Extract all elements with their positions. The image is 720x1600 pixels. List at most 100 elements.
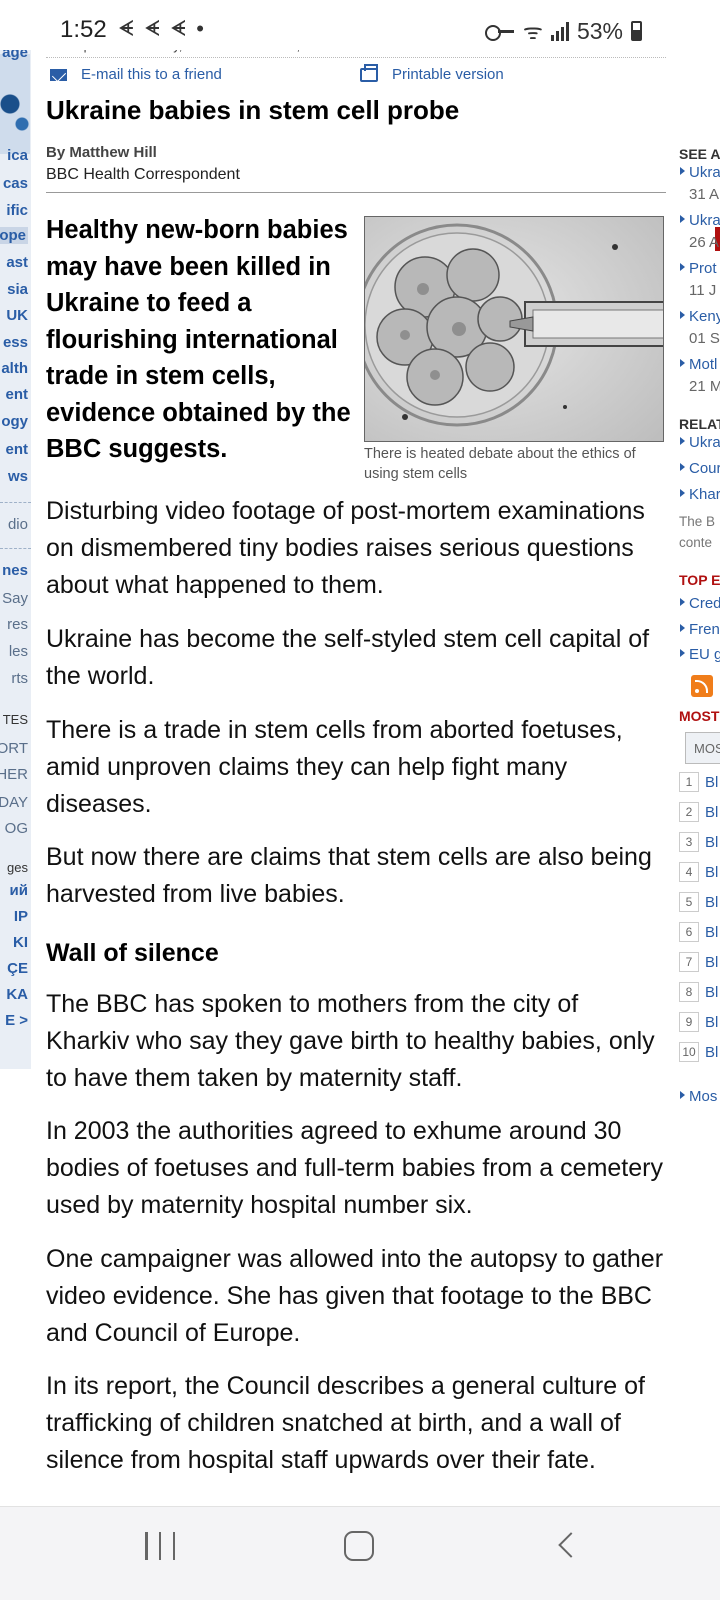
left-nav-item[interactable]: ogy	[1, 413, 28, 430]
mail-icon	[50, 68, 67, 81]
world-map-icon	[0, 54, 30, 154]
left-nav-item[interactable]: dio	[8, 516, 28, 533]
see-also-link[interactable]: Prot	[680, 260, 717, 277]
email-link[interactable]: E-mail this to a friend	[50, 66, 222, 83]
most-popular-link[interactable]: Bl	[705, 894, 718, 911]
article-paragraph: Ukraine has become the self-styled stem …	[46, 625, 650, 690]
rank-number: 10	[679, 1042, 699, 1062]
left-nav-divider	[0, 548, 31, 549]
article-paragraph: One campaigner was allowed into the auto…	[46, 1245, 664, 1347]
see-also-date: 21 M	[689, 378, 720, 395]
top-story-link[interactable]: Fren	[680, 621, 720, 638]
status-time: 1:52	[60, 16, 107, 43]
left-nav-item[interactable]: ий	[10, 882, 28, 899]
left-nav-item[interactable]: sia	[7, 281, 28, 298]
left-nav-item[interactable]: ges	[7, 860, 28, 875]
see-also-date: 31 A	[689, 186, 720, 203]
related-note: conte	[679, 535, 713, 550]
image-caption: There is heated debate about the ethics …	[364, 446, 636, 482]
see-also-link[interactable]: Motl	[679, 356, 717, 373]
battery-icon	[631, 21, 642, 41]
most-popular-link[interactable]: Bl	[705, 984, 718, 1001]
print-link[interactable]: Printable version	[360, 63, 504, 83]
print-link-label: Printable version	[392, 66, 504, 83]
see-also-link[interactable]: Ukra	[680, 212, 720, 229]
byline-rule	[46, 192, 666, 193]
related-link[interactable]: Khar	[680, 486, 720, 503]
most-popular-link[interactable]: Bl	[705, 804, 718, 821]
see-also-link[interactable]: Ukra	[680, 164, 720, 181]
most-popular-link[interactable]: Bl	[705, 1014, 718, 1031]
most-popular-more-link[interactable]: Mos	[679, 1088, 717, 1105]
related-link[interactable]: Ukra	[680, 434, 720, 451]
top-story-link[interactable]: Cred	[680, 595, 720, 612]
most-popular-tab[interactable]: MOS	[685, 732, 720, 764]
most-popular-link[interactable]: Bl	[705, 924, 718, 941]
left-nav-item[interactable]: ess	[3, 334, 28, 351]
top-stories-heading: TOP E	[679, 572, 720, 588]
see-also-heading: SEE A	[679, 146, 720, 162]
article-paragraph: But now there are claims that stem cells…	[46, 843, 652, 908]
left-nav-item[interactable]: cas	[3, 175, 28, 192]
left-nav-item[interactable]: E >	[5, 1012, 28, 1029]
email-link-label: E-mail this to a friend	[81, 66, 222, 83]
rank-number: 5	[679, 892, 699, 912]
embryo-photo	[364, 216, 664, 442]
signal-icon	[550, 21, 569, 41]
rank-number: 6	[679, 922, 699, 942]
left-nav-item[interactable]: alth	[1, 360, 28, 377]
left-nav-item[interactable]: res	[7, 616, 28, 633]
top-story-link[interactable]: EU g	[679, 646, 720, 663]
article-paragraph: Disturbing video footage of post-mortem …	[46, 497, 645, 599]
see-also-date: 11 J	[689, 282, 717, 299]
article-tools: E-mail this to a friend Printable versio…	[46, 63, 646, 88]
see-also-link[interactable]: Keny	[679, 308, 720, 325]
back-button[interactable]	[553, 1531, 583, 1561]
most-popular-link[interactable]: Bl	[705, 1044, 718, 1061]
status-right: ᯤ 53%	[484, 16, 642, 46]
subheading: Wall of silence	[46, 939, 219, 967]
left-nav-item-selected[interactable]: ope	[0, 227, 28, 244]
left-nav-item[interactable]: UK	[6, 307, 28, 324]
left-nav-item[interactable]: KI	[13, 934, 28, 951]
left-nav-item[interactable]: OG	[5, 820, 28, 837]
left-nav-item[interactable]: les	[9, 643, 28, 660]
left-nav-item[interactable]: IP	[14, 908, 28, 925]
left-nav-item[interactable]: nes	[2, 562, 28, 579]
left-nav-item[interactable]: KA	[6, 986, 28, 1003]
left-nav-item[interactable]: TES	[3, 712, 28, 727]
left-nav-item[interactable]: ORT	[0, 740, 28, 757]
rank-number: 8	[679, 982, 699, 1002]
rank-number: 2	[679, 802, 699, 822]
most-popular-link[interactable]: Bl	[705, 864, 718, 881]
headline: Ukraine babies in stem cell probe	[46, 95, 460, 125]
related-note: The B	[679, 514, 716, 529]
left-nav-item[interactable]: rts	[11, 670, 28, 687]
see-also-date: 01 S	[689, 330, 720, 347]
left-nav-item[interactable]: DAY	[0, 794, 28, 811]
left-nav-item[interactable]: ast	[6, 254, 28, 271]
left-nav-item[interactable]: ific	[6, 202, 28, 219]
rank-number: 4	[679, 862, 699, 882]
left-nav: age ica cas ific ope ast sia UK ess alth…	[0, 44, 31, 1069]
most-popular-link[interactable]: Bl	[705, 954, 718, 971]
recent-apps-button[interactable]	[145, 1532, 175, 1562]
embryo-image	[365, 217, 663, 441]
left-nav-item[interactable]: ÇE	[7, 960, 28, 977]
status-bar: 1:52 ᗛ ᗛ ᗛ • ᯤ 53%	[0, 0, 720, 50]
left-nav-item[interactable]: ica	[7, 147, 28, 164]
left-nav-item[interactable]: ent	[6, 441, 29, 458]
battery-percent: 53%	[576, 17, 623, 44]
left-nav-item[interactable]: ws	[8, 468, 28, 485]
rss-icon[interactable]	[691, 675, 713, 697]
left-nav-item[interactable]: Say	[2, 590, 28, 607]
related-link[interactable]: Cour	[680, 460, 720, 477]
printer-icon	[360, 63, 378, 82]
left-nav-item[interactable]: HER	[0, 766, 28, 783]
most-popular-link[interactable]: Bl	[705, 834, 718, 851]
home-button[interactable]	[344, 1531, 374, 1561]
rank-number: 3	[679, 832, 699, 852]
byline-name: By Matthew Hill	[46, 144, 157, 161]
most-popular-link[interactable]: Bl	[705, 774, 718, 791]
left-nav-item[interactable]: ent	[6, 386, 29, 403]
